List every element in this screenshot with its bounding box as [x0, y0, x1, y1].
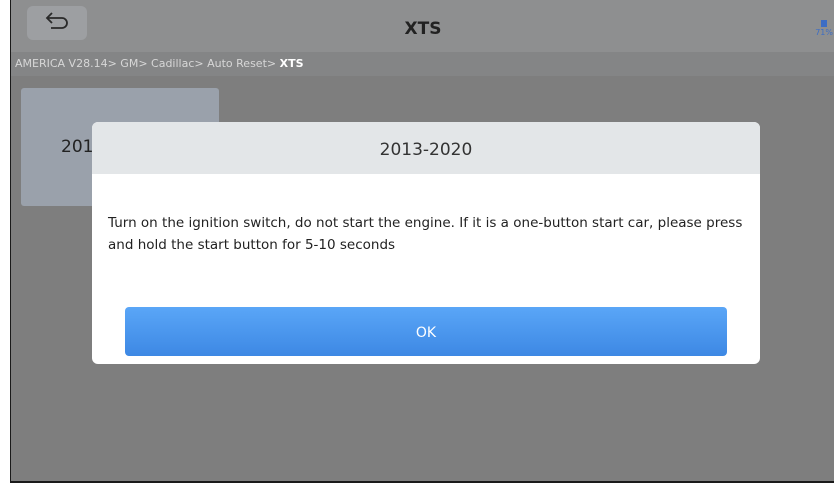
- page-title: XTS: [404, 19, 442, 39]
- dialog-title: 2013-2020: [92, 122, 760, 174]
- breadcrumb-item[interactable]: AMERICA V28.14: [15, 57, 108, 70]
- top-bar: XTS 71%: [11, 0, 834, 52]
- battery-indicator: 71%: [815, 20, 833, 37]
- battery-icon: [821, 20, 828, 27]
- app-window: XTS 71% AMERICA V28.14> GM> Cadillac> Au…: [10, 0, 834, 483]
- battery-level: 71%: [815, 28, 833, 37]
- dialog-message: Turn on the ignition switch, do not star…: [108, 215, 743, 253]
- breadcrumb: AMERICA V28.14> GM> Cadillac> Auto Reset…: [11, 52, 834, 76]
- breadcrumb-item[interactable]: Cadillac: [151, 57, 194, 70]
- ok-button[interactable]: OK: [125, 307, 727, 356]
- info-dialog: 2013-2020 Turn on the ignition switch, d…: [92, 122, 760, 364]
- breadcrumb-item[interactable]: Auto Reset: [207, 57, 267, 70]
- breadcrumb-item[interactable]: GM: [120, 57, 138, 70]
- breadcrumb-current: XTS: [279, 57, 304, 70]
